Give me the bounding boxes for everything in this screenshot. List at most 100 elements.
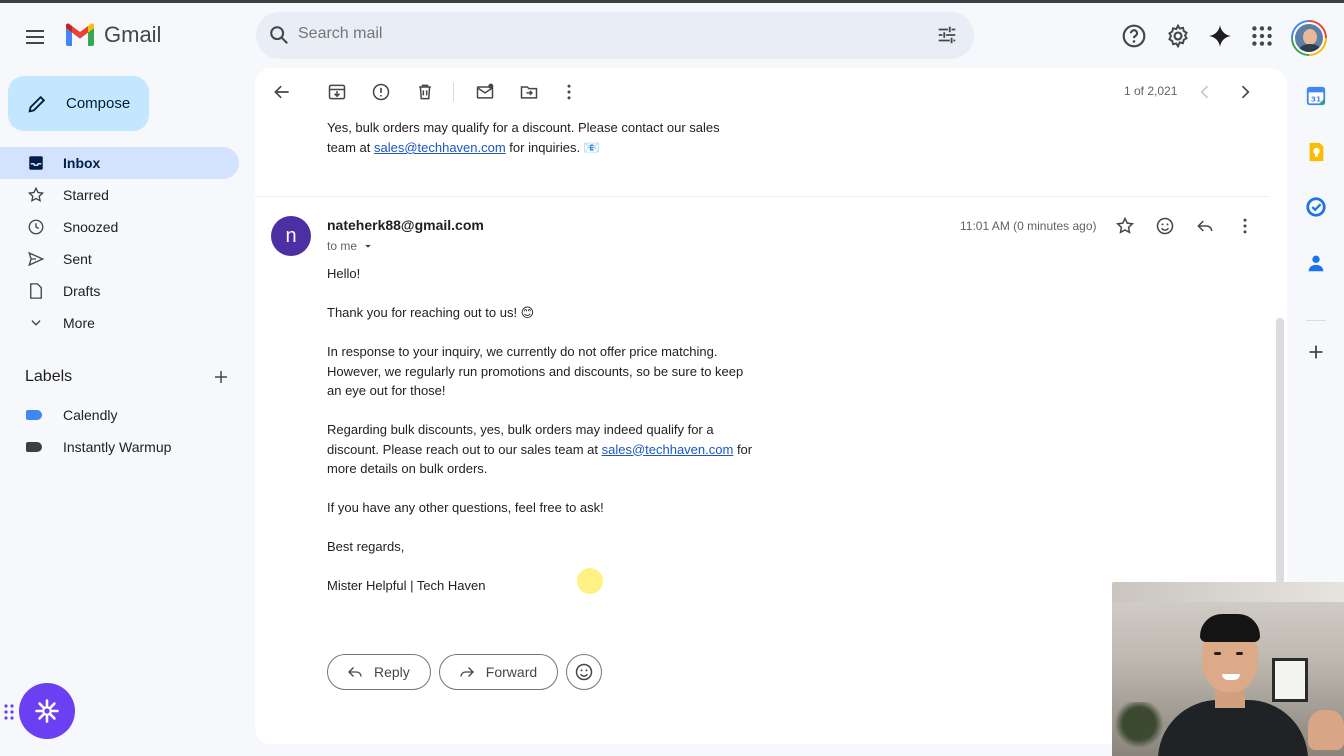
forward-button[interactable]: Forward <box>438 654 559 690</box>
sidebar-item-sent[interactable]: Sent <box>0 243 240 275</box>
gmail-m-icon <box>65 23 95 46</box>
label-name: Instantly Warmup <box>63 439 172 455</box>
body-paragraph: If you have any other questions, feel fr… <box>327 500 604 515</box>
apps-grid-icon[interactable] <box>1249 23 1275 49</box>
webcam-overlay <box>1112 582 1344 756</box>
extension-fab-button[interactable] <box>19 683 75 739</box>
keep-notes-icon[interactable] <box>1305 141 1327 163</box>
draft-icon <box>26 281 46 301</box>
account-avatar[interactable] <box>1291 20 1327 56</box>
sales-email-link[interactable]: sales@techhaven.com <box>374 140 506 155</box>
toolbar-divider <box>453 82 454 102</box>
newer-chevron-left-icon[interactable] <box>1195 82 1215 102</box>
sidebar-item-label: Starred <box>63 187 109 203</box>
body-paragraph: In response to your inquiry, we currentl… <box>327 344 744 398</box>
reply-icon <box>348 667 362 677</box>
emoji-reaction-button[interactable] <box>566 654 603 690</box>
star-message-icon[interactable] <box>1115 216 1135 236</box>
message-toolbar: 1 of 2,021 <box>255 68 1287 116</box>
sidebar-item-drafts[interactable]: Drafts <box>0 275 240 307</box>
reply-icon[interactable] <box>1195 216 1215 236</box>
help-icon[interactable] <box>1121 23 1147 49</box>
sidebar-item-more[interactable]: More <box>0 307 240 339</box>
calendar-icon[interactable]: 31 <box>1305 85 1327 107</box>
add-label-icon[interactable] <box>212 368 230 386</box>
mark-unread-icon[interactable] <box>475 82 495 102</box>
label-tag-icon <box>26 442 42 452</box>
cursor-highlight <box>577 568 603 594</box>
sidebar-item-label: Snoozed <box>63 219 119 235</box>
message-count: 1 of 2,021 <box>1124 84 1178 98</box>
delete-trash-icon[interactable] <box>415 82 435 102</box>
contacts-icon[interactable] <box>1305 252 1327 274</box>
search-input[interactable] <box>298 25 898 43</box>
label-tag-icon <box>26 410 42 420</box>
search-bar[interactable] <box>256 12 974 59</box>
labels-heading: Labels <box>25 368 73 385</box>
sender-avatar[interactable]: n <box>271 216 311 256</box>
sidebar-item-label: Sent <box>63 251 92 267</box>
more-vert-icon[interactable] <box>559 82 579 102</box>
forward-icon <box>460 667 474 677</box>
recipient-label: to me <box>327 239 358 253</box>
compose-button[interactable]: Compose <box>8 76 149 131</box>
message-divider <box>255 196 1269 197</box>
sidebar-item-label: Inbox <box>63 155 101 171</box>
archive-icon[interactable] <box>327 82 347 102</box>
emoji-icon <box>575 663 593 681</box>
message-more-icon[interactable] <box>1235 216 1255 236</box>
sidebar-item-label: More <box>63 315 95 331</box>
reply-actions: Reply Forward <box>327 654 603 690</box>
search-icon[interactable] <box>268 24 290 46</box>
sidebar-item-label: Drafts <box>63 283 101 299</box>
label-item-instantly-warmup[interactable]: Instantly Warmup <box>26 435 171 459</box>
reply-button[interactable]: Reply <box>327 654 431 690</box>
message-body: Hello! Thank you for reaching out to us!… <box>327 264 757 615</box>
wall-picture-frame <box>1272 658 1308 702</box>
move-to-folder-icon[interactable] <box>519 82 539 102</box>
sender-email[interactable]: nateherk88@gmail.com <box>327 217 484 233</box>
pencil-icon <box>28 95 46 113</box>
rail-divider <box>1306 320 1326 321</box>
sidebar-item-snoozed[interactable]: Snoozed <box>0 211 240 243</box>
inbox-icon <box>26 153 46 173</box>
sidebar-item-inbox[interactable]: Inbox <box>0 147 239 179</box>
sidebar-nav: Inbox Starred Snoozed Sent Drafts More <box>0 147 240 339</box>
previous-message-snippet: Yes, bulk orders may qualify for a disco… <box>327 118 747 158</box>
menu-icon[interactable] <box>23 25 47 49</box>
emoji-react-icon[interactable] <box>1155 216 1175 236</box>
forward-label: Forward <box>485 664 538 680</box>
chevron-down-icon <box>26 313 46 333</box>
settings-gear-icon[interactable] <box>1165 23 1191 49</box>
reply-label: Reply <box>374 664 410 680</box>
gmail-logo[interactable]: Gmail <box>64 22 161 48</box>
star-icon <box>26 185 46 205</box>
sidebar-item-starred[interactable]: Starred <box>0 179 240 211</box>
tasks-icon[interactable] <box>1305 196 1327 218</box>
scrollbar-thumb[interactable] <box>1276 318 1284 584</box>
app-name: Gmail <box>104 22 162 47</box>
header: Gmail <box>0 3 1344 67</box>
gemini-sparkle-icon[interactable] <box>1207 23 1233 49</box>
message-timestamp: 11:01 AM (0 minutes ago) <box>960 219 1097 233</box>
drag-handle-icon[interactable] <box>3 703 15 721</box>
caret-down-icon[interactable] <box>361 239 375 253</box>
body-paragraph: Regarding bulk discounts, yes, bulk orde… <box>327 420 757 479</box>
report-spam-icon[interactable] <box>371 82 391 102</box>
compose-label: Compose <box>66 95 131 112</box>
recipient-details[interactable]: to me <box>327 239 375 253</box>
add-addon-plus-icon[interactable] <box>1305 341 1327 363</box>
plant <box>1114 702 1164 756</box>
svg-text:31: 31 <box>1311 95 1321 104</box>
older-chevron-right-icon[interactable] <box>1235 82 1255 102</box>
body-closing: Best regards, <box>327 539 405 554</box>
snippet-text-end: for inquiries. 📧 <box>505 140 600 155</box>
search-options-icon[interactable] <box>936 24 958 46</box>
body-signature: Mister Helpful | Tech Haven <box>327 578 486 593</box>
back-arrow-icon[interactable] <box>272 82 292 102</box>
label-name: Calendly <box>63 407 118 423</box>
clock-icon <box>26 217 46 237</box>
sales-email-link[interactable]: sales@techhaven.com <box>602 442 734 457</box>
snowflake-spark-icon <box>35 699 59 723</box>
label-item-calendly[interactable]: Calendly <box>26 403 117 427</box>
